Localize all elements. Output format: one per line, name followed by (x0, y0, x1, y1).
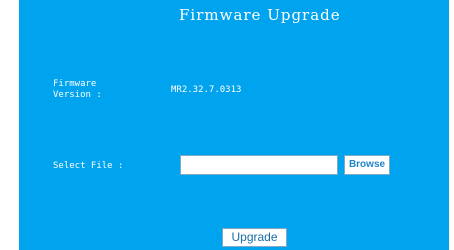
browse-button[interactable]: Browse (344, 155, 390, 175)
firmware-version-label: Firmware Version : (53, 79, 133, 101)
firmware-version-label-line2: Version : (53, 90, 102, 100)
upgrade-button[interactable]: Upgrade (222, 228, 287, 247)
page-title: Firmware Upgrade (179, 6, 341, 24)
file-path-input[interactable] (180, 155, 338, 175)
select-file-label: Select File : (53, 161, 124, 171)
firmware-version-value: MR2.32.7.0313 (171, 85, 242, 95)
firmware-version-label-line1: Firmware (53, 79, 97, 89)
firmware-upgrade-panel: Firmware Upgrade Firmware Version : MR2.… (19, 0, 449, 250)
